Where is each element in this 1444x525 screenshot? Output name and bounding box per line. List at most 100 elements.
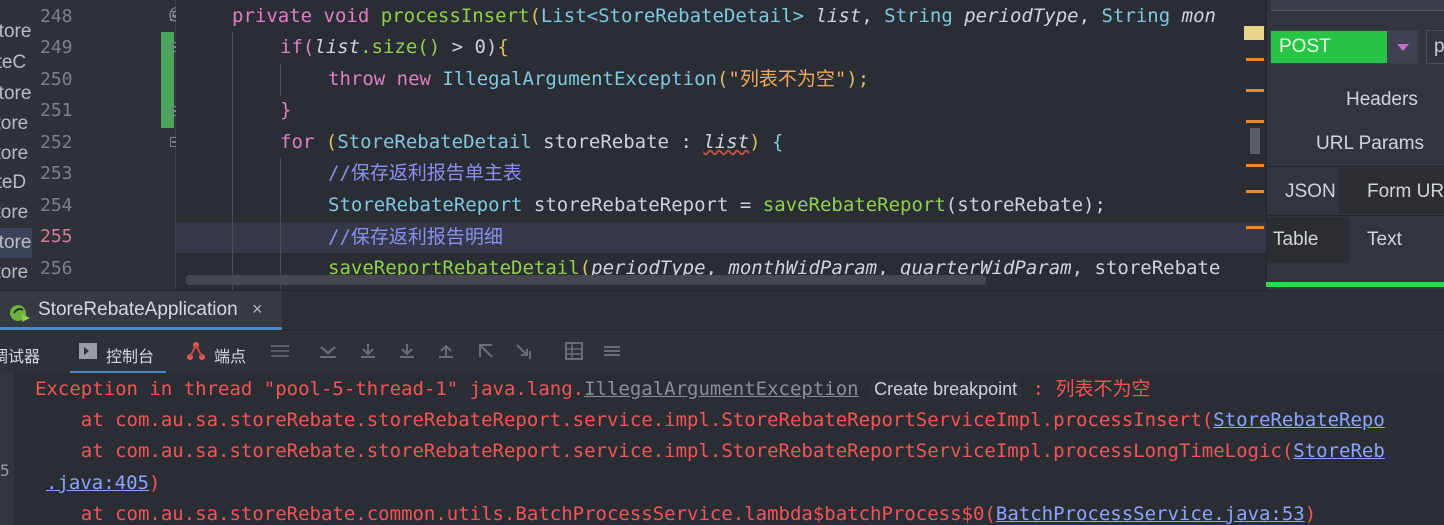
tree-item[interactable]: store (0, 109, 32, 139)
source-link[interactable]: BatchProcessService.java:53 (996, 503, 1305, 525)
search-field[interactable] (1271, 0, 1444, 11)
code-brace: { (497, 36, 509, 58)
code-string: "列表不为空" (728, 68, 847, 90)
code-line-254: StoreRebateReport storeRebateReport = sa… (328, 190, 1106, 221)
code-paren: ( (302, 36, 315, 58)
console-line: at com.au.sa.storeRebate.storeRebateRepo… (35, 405, 1385, 436)
http-method-value: POST (1279, 36, 1331, 57)
code-paren: ) (749, 131, 761, 153)
close-icon[interactable]: × (252, 299, 263, 320)
code-brace: } (280, 99, 292, 121)
console-line: Exception in thread "pool-5-thread-1" ja… (35, 374, 1151, 405)
console-line: .java:405) (46, 468, 160, 499)
code-paren: ( (325, 131, 338, 153)
error-stripe-mark[interactable] (1246, 190, 1264, 193)
tab-headers[interactable]: Headers (1346, 89, 1418, 111)
code-colon: : (680, 131, 692, 153)
tab-url-params[interactable]: URL Params (1316, 133, 1424, 155)
drop-frame-icon[interactable] (476, 341, 496, 361)
tab-endpoints[interactable]: 端点 (214, 343, 246, 367)
code-line-250: throw new IllegalArgumentException("列表不为… (328, 64, 869, 95)
code-call: .size() (360, 36, 441, 58)
code-line-252: for (StoreRebateDetail storeRebate : lis… (280, 127, 783, 158)
run-tool-window-header: StoreRebateApplication × (0, 290, 1444, 330)
trace-icon[interactable] (602, 341, 622, 361)
run-tab-label: StoreRebateApplication (38, 299, 238, 320)
code-keyword: if (280, 36, 303, 58)
code-paren: ( (716, 68, 729, 90)
code-var: list (314, 36, 361, 58)
tree-item[interactable]: ateC (0, 48, 32, 78)
tree-item[interactable]: store (0, 258, 32, 288)
url-input-value: p (1434, 36, 1444, 57)
code-line-248: private void processInsert(List<StoreReb… (232, 1, 1216, 32)
error-stripe-mark[interactable] (1246, 164, 1264, 167)
code-param: mon (1181, 5, 1216, 27)
code-type: String (884, 5, 953, 27)
console-output[interactable]: 5 Exception in thread "pool-5-thread-1" … (0, 373, 1444, 525)
tree-item[interactable]: store (0, 139, 32, 169)
source-link[interactable]: StoreReb (1293, 440, 1385, 462)
indent-guide (232, 32, 233, 290)
step-out-icon[interactable] (436, 341, 456, 361)
code-line-255: //保存返利报告明细 (328, 226, 503, 248)
code-comma: , (861, 5, 873, 27)
tree-item[interactable]: ateD (0, 168, 32, 198)
code-type: StoreRebateReport (328, 194, 523, 216)
tab-debugger[interactable]: 调试器 (0, 343, 40, 367)
editor-vertical-scrollbar[interactable] (1250, 128, 1260, 154)
code-line-251: } (280, 95, 291, 126)
error-stripe (1240, 0, 1266, 290)
editor-horizontal-scrollbar[interactable] (186, 275, 986, 285)
tab-table[interactable]: Table (1273, 229, 1318, 251)
code-var: storeRebateReport (533, 194, 729, 216)
code-editor[interactable]: private void processInsert ( List<StoreReb… (176, 0, 1266, 290)
tree-item-selected[interactable]: Store (0, 228, 32, 258)
line-number: 252 (40, 132, 73, 153)
code-type: List<StoreRebateDetail> (540, 5, 805, 27)
code-method-call: saveRebateReport (762, 194, 946, 216)
code-args: (storeRebate); (945, 194, 1106, 216)
code-param: periodType (964, 5, 1079, 27)
tree-item[interactable]: Store (0, 79, 32, 109)
indent-guide (280, 158, 281, 290)
show-execution-point-icon[interactable] (318, 341, 338, 361)
tree-item[interactable]: store (0, 198, 32, 228)
code-paren: ); (846, 68, 870, 90)
exception-class-link[interactable]: IllegalArgumentException (584, 378, 859, 400)
chevron-down-icon[interactable] (1387, 31, 1418, 63)
error-stripe-mark[interactable] (1246, 226, 1264, 229)
tab-json[interactable]: JSON (1285, 181, 1336, 203)
line-number-current: 255 (40, 226, 73, 247)
http-method-select[interactable]: POST (1270, 30, 1418, 64)
endpoints-icon (187, 342, 205, 360)
run-to-cursor-icon[interactable] (514, 341, 534, 361)
evaluate-expression-icon[interactable] (564, 341, 584, 361)
source-link[interactable]: .java:405 (46, 472, 149, 494)
code-type: IllegalArgumentException (442, 68, 717, 90)
code-method-name: processInsert (380, 5, 530, 27)
error-stripe-mark[interactable] (1246, 120, 1264, 123)
line-number: 253 (40, 163, 73, 184)
code-keyword: private void (232, 5, 370, 27)
error-stripe-mark[interactable] (1246, 89, 1264, 92)
tree-item[interactable]: Store (0, 17, 32, 47)
tab-form-url[interactable]: Form URL (1367, 181, 1444, 203)
code-type: String (1101, 5, 1171, 27)
exception-prefix: Exception in thread "pool-5-thread-1" ja… (35, 378, 585, 400)
menu-icon[interactable] (270, 341, 290, 361)
divider (1267, 215, 1444, 216)
step-into-icon[interactable] (397, 341, 417, 361)
create-breakpoint-link[interactable]: Create breakpoint (870, 379, 1022, 399)
code-param: list (815, 5, 862, 27)
tab-console[interactable]: 控制台 (106, 343, 154, 367)
url-input[interactable]: p (1426, 30, 1444, 64)
tab-text[interactable]: Text (1367, 229, 1402, 251)
step-over-icon[interactable] (358, 341, 378, 361)
run-tab[interactable]: StoreRebateApplication × (0, 291, 282, 330)
code-comma: , (1078, 5, 1091, 27)
warning-indicator-icon[interactable] (1244, 26, 1264, 40)
stack-frame: at com.au.sa.storeRebate.storeRebateRepo… (35, 440, 1294, 462)
source-link[interactable]: StoreRebateRepo (1213, 409, 1385, 431)
error-stripe-mark[interactable] (1246, 58, 1264, 61)
